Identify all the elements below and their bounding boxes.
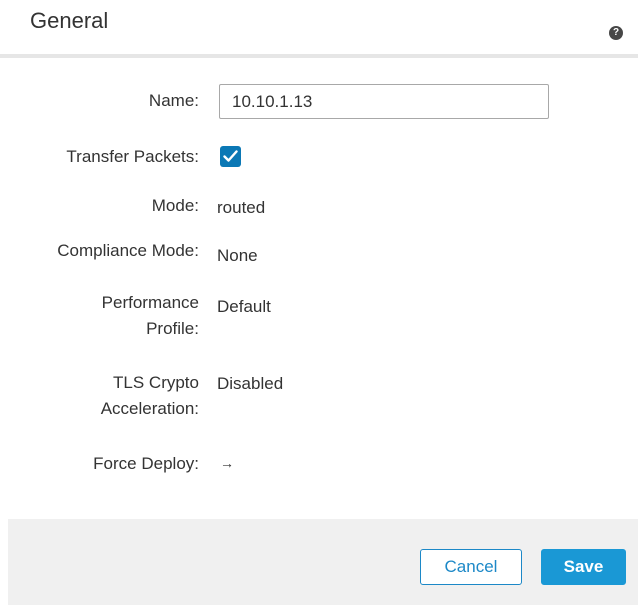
compliance-mode-value: None (217, 246, 258, 265)
general-dialog: General ? Name: Transfer Packets: Mode: … (0, 0, 638, 605)
arrow-right-icon[interactable]: → (220, 451, 234, 475)
dialog-header: General ? (0, 0, 638, 58)
checkmark-icon (223, 150, 238, 162)
question-circle-icon[interactable]: ? (609, 26, 623, 40)
performance-profile-label-line2: Profile: (146, 319, 199, 338)
performance-profile-value: Default (217, 297, 271, 316)
tls-crypto-value: Disabled (217, 374, 284, 393)
tls-crypto-label-line2: Acceleration: (100, 399, 199, 418)
mode-label: Mode: (151, 196, 199, 215)
save-button[interactable]: Save (541, 549, 626, 585)
transfer-packets-label: Transfer Packets: (66, 147, 199, 166)
force-deploy-label: Force Deploy: (93, 454, 199, 473)
dialog-title: General (30, 8, 109, 33)
performance-profile-label-line1: Performance (101, 293, 199, 312)
mode-value: routed (217, 198, 266, 217)
transfer-packets-checkbox[interactable] (220, 146, 241, 167)
name-label: Name: (148, 91, 199, 110)
compliance-mode-label: Compliance Mode: (57, 241, 199, 260)
name-input[interactable] (219, 84, 549, 119)
cancel-button[interactable]: Cancel (420, 549, 522, 585)
tls-crypto-label-line1: TLS Crypto (113, 373, 199, 392)
